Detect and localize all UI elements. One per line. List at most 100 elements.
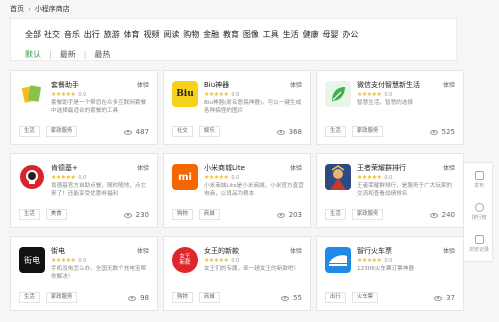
publish-icon xyxy=(474,171,484,180)
app-tag[interactable]: 家政服务 xyxy=(351,126,384,137)
category-shopping[interactable]: 购物 xyxy=(183,29,203,40)
app-name: 小米商城Lite xyxy=(204,164,245,172)
app-name: 女王的新款 xyxy=(204,247,239,255)
app-card[interactable]: 女王新款 女王的新款 体验 ★★★★★ 0.0 女王们的专属，来一趟女王的新款吧！… xyxy=(163,236,311,311)
app-badge[interactable]: 体验 xyxy=(443,246,455,255)
app-badge[interactable]: 体验 xyxy=(137,163,149,172)
app-tag[interactable]: 生活 xyxy=(325,209,346,220)
app-badge[interactable]: 体验 xyxy=(137,246,149,255)
history-button[interactable]: 浏览记录 xyxy=(464,229,494,259)
eye-icon xyxy=(276,212,285,218)
category-sports[interactable]: 体育 xyxy=(124,29,144,40)
app-description: 肯德基官方自助点餐，随时随地，点它来了！还能享受优惠券福利 xyxy=(51,183,147,197)
view-count-value: 240 xyxy=(441,211,455,219)
app-tag[interactable]: 生活 xyxy=(19,126,40,137)
sort-latest[interactable]: 最新 xyxy=(60,49,76,60)
app-badge[interactable]: 体验 xyxy=(290,80,302,89)
category-music[interactable]: 音乐 xyxy=(64,29,84,40)
eye-icon xyxy=(429,129,438,135)
breadcrumb-current: 小程序商店 xyxy=(34,5,70,13)
app-tag[interactable]: 家政服务 xyxy=(351,209,384,220)
app-tag[interactable]: 生活 xyxy=(19,209,40,220)
jiedian-logo-text: 街电 xyxy=(24,255,40,265)
category-social[interactable]: 社交 xyxy=(44,29,64,40)
app-tag[interactable]: 商城 xyxy=(198,209,220,220)
app-badge[interactable]: 体验 xyxy=(443,163,455,172)
publish-label: 发布 xyxy=(473,183,484,189)
app-card[interactable]: 微信支付智慧新生活 体验 ★★★★★ 0.0 智慧生活，智慧的选择 生活 家政服务 … xyxy=(316,70,464,145)
app-tag[interactable]: 娱乐 xyxy=(198,126,220,137)
app-tag[interactable]: 家政服务 xyxy=(45,126,78,137)
app-tag[interactable]: 商城 xyxy=(198,292,220,303)
app-tag[interactable]: 火车票 xyxy=(351,292,378,303)
app-tags: 生活 美食 xyxy=(19,209,67,220)
app-badge[interactable]: 体验 xyxy=(290,246,302,255)
rating-score: 0.0 xyxy=(231,91,240,98)
view-count: 37 xyxy=(434,294,455,302)
app-card[interactable]: mi 小米商城Lite 体验 ★★★★★ 0.0 小米商城Lite是小米商城，小米… xyxy=(163,153,311,228)
app-tag[interactable]: 出行 xyxy=(325,292,346,303)
view-count-value: 203 xyxy=(288,211,302,219)
rating-score: 0.0 xyxy=(78,91,87,98)
category-tools[interactable]: 工具 xyxy=(263,29,283,40)
app-tags: 社交 娱乐 xyxy=(172,126,220,137)
star-rating-icon: ★★★★★ xyxy=(204,174,229,181)
app-name: 智行火车票 xyxy=(357,247,392,255)
star-rating-icon: ★★★★★ xyxy=(51,174,76,181)
game-hero-icon xyxy=(325,164,351,190)
view-count: 240 xyxy=(429,211,455,219)
app-tag[interactable]: 社交 xyxy=(172,126,193,137)
app-card[interactable]: 智行火车票 体验 ★★★★★ 0.0 12306火车票订票神器 出行 火车票 37 xyxy=(316,236,464,311)
rating-score: 0.0 xyxy=(78,174,87,181)
app-name: Biu神器 xyxy=(204,81,230,89)
category-all[interactable]: 全部 xyxy=(25,29,44,40)
app-name: 王者荣耀群排行 xyxy=(357,164,406,172)
publish-button[interactable]: 发布 xyxy=(464,165,494,195)
xiaomi-logo-icon: mi xyxy=(172,164,198,190)
app-card[interactable]: Biu Biu神器 体验 ★★★★★ 0.0 Biu神器(原名恶搞神器)，可以一键… xyxy=(163,70,311,145)
app-tag[interactable]: 家政服务 xyxy=(45,292,78,303)
category-tourism[interactable]: 旅游 xyxy=(104,29,124,40)
sort-default[interactable]: 默认 xyxy=(25,49,41,60)
rating-score: 0.0 xyxy=(78,257,87,264)
category-office[interactable]: 办公 xyxy=(342,29,362,40)
category-life[interactable]: 生活 xyxy=(283,29,303,40)
eye-icon xyxy=(429,212,438,218)
phone-cards-icon xyxy=(19,81,45,107)
sort-hot[interactable]: 最热 xyxy=(94,49,110,60)
category-list: 全部 社交 音乐 出行 旅游 体育 视频 阅读 购物 金融 教育 图像 工具 生… xyxy=(25,29,362,40)
app-card[interactable]: 套餐助手 体验 ★★★★★ 0.0 套餐助手是一个帮您在众多互联网套餐中选择最适合… xyxy=(10,70,158,145)
app-badge[interactable]: 体验 xyxy=(443,80,455,89)
app-name: 街电 xyxy=(51,247,65,255)
view-count-value: 37 xyxy=(446,294,455,302)
app-description: 手机没电怎么办，全国无数个充电宝帮你解决！ xyxy=(51,266,147,280)
app-description: 王者荣耀群排行，是服务于广大玩家的交流和查看战绩排名 xyxy=(357,183,453,197)
breadcrumb-home[interactable]: 首页 xyxy=(10,4,24,14)
category-finance[interactable]: 金融 xyxy=(203,29,223,40)
app-badge[interactable]: 体验 xyxy=(290,163,302,172)
category-mother-baby[interactable]: 母婴 xyxy=(322,29,342,40)
category-travel-out[interactable]: 出行 xyxy=(84,29,104,40)
app-tag[interactable]: 生活 xyxy=(325,126,346,137)
category-video[interactable]: 视频 xyxy=(143,29,163,40)
category-education[interactable]: 教育 xyxy=(223,29,243,40)
app-card[interactable]: 肯德基+ 体验 ★★★★★ 0.0 肯德基官方自助点餐，随时随地，点它来了！还能享… xyxy=(10,153,158,228)
star-rating-icon: ★★★★★ xyxy=(357,174,382,181)
app-card[interactable]: 王者荣耀群排行 体验 ★★★★★ 0.0 王者荣耀群排行，是服务于广大玩家的交流和… xyxy=(316,153,464,228)
category-reading[interactable]: 阅读 xyxy=(163,29,183,40)
app-rating: ★★★★★ 0.0 xyxy=(51,257,86,264)
app-tag[interactable]: 生活 xyxy=(19,292,40,303)
app-card[interactable]: 街电 街电 体验 ★★★★★ 0.0 手机没电怎么办，全国无数个充电宝帮你解决！ … xyxy=(10,236,158,311)
rank-button[interactable]: 排行榜 xyxy=(464,197,494,227)
app-store-page: 首页 › 小程序商店 全部 社交 音乐 出行 旅游 体育 视频 阅读 购物 金融… xyxy=(0,0,499,322)
view-count-value: 98 xyxy=(140,294,149,302)
wechat-pay-leaf-icon xyxy=(325,81,351,107)
app-badge[interactable]: 体验 xyxy=(137,80,149,89)
breadcrumb-separator: › xyxy=(28,5,31,13)
history-icon xyxy=(474,235,484,244)
category-health[interactable]: 健康 xyxy=(303,29,323,40)
category-image[interactable]: 图像 xyxy=(243,29,263,40)
app-tag[interactable]: 美食 xyxy=(45,209,67,220)
app-tag[interactable]: 购物 xyxy=(172,292,193,303)
app-tag[interactable]: 购物 xyxy=(172,209,193,220)
